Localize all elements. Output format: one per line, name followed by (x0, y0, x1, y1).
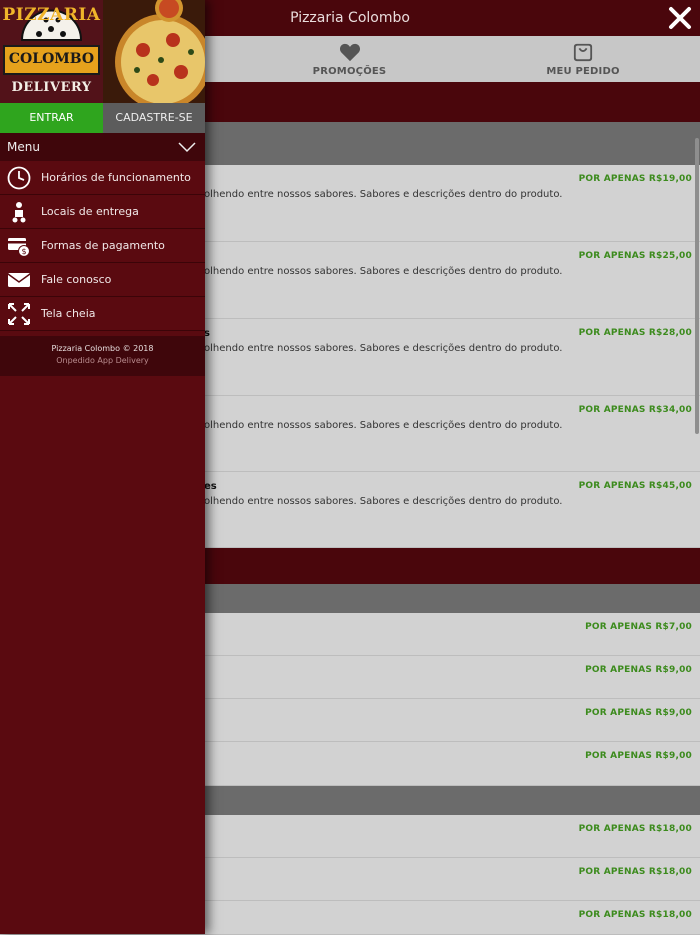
logo-delivery-text: DELIVERY (11, 80, 92, 95)
product-description: olhendo entre nossos sabores. Sabores e … (204, 189, 563, 200)
pizza-photo (103, 0, 205, 103)
close-icon[interactable] (666, 4, 694, 32)
copyright-text: Pizzaria Colombo © 2018 (51, 344, 154, 353)
svg-text:$: $ (21, 247, 26, 256)
heart-icon (339, 43, 360, 62)
product-description: olhendo entre nossos sabores. Sabores e … (204, 420, 563, 431)
product-price: POR APENAS R$18,00 (578, 910, 692, 920)
product-price: POR APENAS R$19,00 (578, 174, 692, 184)
scooter-icon (12, 202, 26, 223)
menu-item-label: Fale conosco (41, 273, 112, 286)
app-title: Pizzaria Colombo (290, 10, 410, 26)
menu-title: Menu (7, 140, 40, 154)
menu-item-horarios[interactable]: Horários de funcionamento (0, 161, 205, 195)
mail-icon (7, 273, 31, 287)
logo: PIZZARIA COLOMBO DELIVERY (0, 0, 103, 103)
product-price: POR APENAS R$34,00 (578, 405, 692, 415)
menu-item-fale-conosco[interactable]: Fale conosco (0, 263, 205, 297)
product-price: POR APENAS R$45,00 (578, 481, 692, 491)
menu-item-locais[interactable]: Locais de entrega (0, 195, 205, 229)
logo-pizzaria-text: PIZZARIA (2, 5, 101, 25)
product-price: POR APENAS R$25,00 (578, 251, 692, 261)
menu-item-label: Tela cheia (41, 307, 96, 320)
fullscreen-icon (8, 303, 30, 325)
product-price: POR APENAS R$18,00 (578, 824, 692, 834)
product-description: olhendo entre nossos sabores. Sabores e … (204, 266, 563, 277)
menu-list: Horários de funcionamento Locais de entr… (0, 161, 205, 331)
drawer-header: PIZZARIA COLOMBO DELIVERY (0, 0, 205, 103)
register-button[interactable]: CADASTRE-SE (103, 103, 205, 133)
powered-by-text: Onpedido App Delivery (56, 356, 149, 365)
menu-item-label: Formas de pagamento (41, 239, 165, 252)
menu-item-pagamento[interactable]: $ Formas de pagamento (0, 229, 205, 263)
product-price: POR APENAS R$7,00 (585, 622, 692, 632)
tab-meu-pedido-label: MEU PEDIDO (546, 66, 620, 77)
scrollbar[interactable] (695, 138, 699, 434)
menu-item-label: Locais de entrega (41, 205, 139, 218)
product-name: es (204, 481, 217, 492)
product-description: olhendo entre nossos sabores. Sabores e … (204, 496, 563, 507)
tab-meu-pedido[interactable]: MEU PEDIDO (466, 36, 700, 82)
menu-item-label: Horários de funcionamento (41, 171, 191, 184)
logo-colombo-text: COLOMBO (8, 51, 95, 67)
product-description: olhendo entre nossos sabores. Sabores e … (204, 343, 563, 354)
side-drawer: PIZZARIA COLOMBO DELIVERY ENTRAR CADASTR… (0, 0, 205, 934)
tab-promocoes[interactable]: PROMOÇÕES (233, 36, 466, 82)
auth-buttons: ENTRAR CADASTRE-SE (0, 103, 205, 133)
menu-item-tela-cheia[interactable]: Tela cheia (0, 297, 205, 331)
product-price: POR APENAS R$9,00 (585, 665, 692, 675)
payment-icon: $ (8, 238, 30, 257)
product-price: POR APENAS R$18,00 (578, 867, 692, 877)
chevron-down-icon (178, 142, 196, 153)
drawer-footer: Pizzaria Colombo © 2018 Onpedido App Del… (0, 336, 205, 376)
product-price: POR APENAS R$28,00 (578, 328, 692, 338)
menu-header[interactable]: Menu (0, 133, 205, 161)
tab-promocoes-label: PROMOÇÕES (312, 66, 387, 77)
bag-icon (573, 43, 593, 62)
product-price: POR APENAS R$9,00 (585, 708, 692, 718)
product-price: POR APENAS R$9,00 (585, 751, 692, 761)
clock-icon (7, 166, 31, 190)
login-button[interactable]: ENTRAR (0, 103, 103, 133)
